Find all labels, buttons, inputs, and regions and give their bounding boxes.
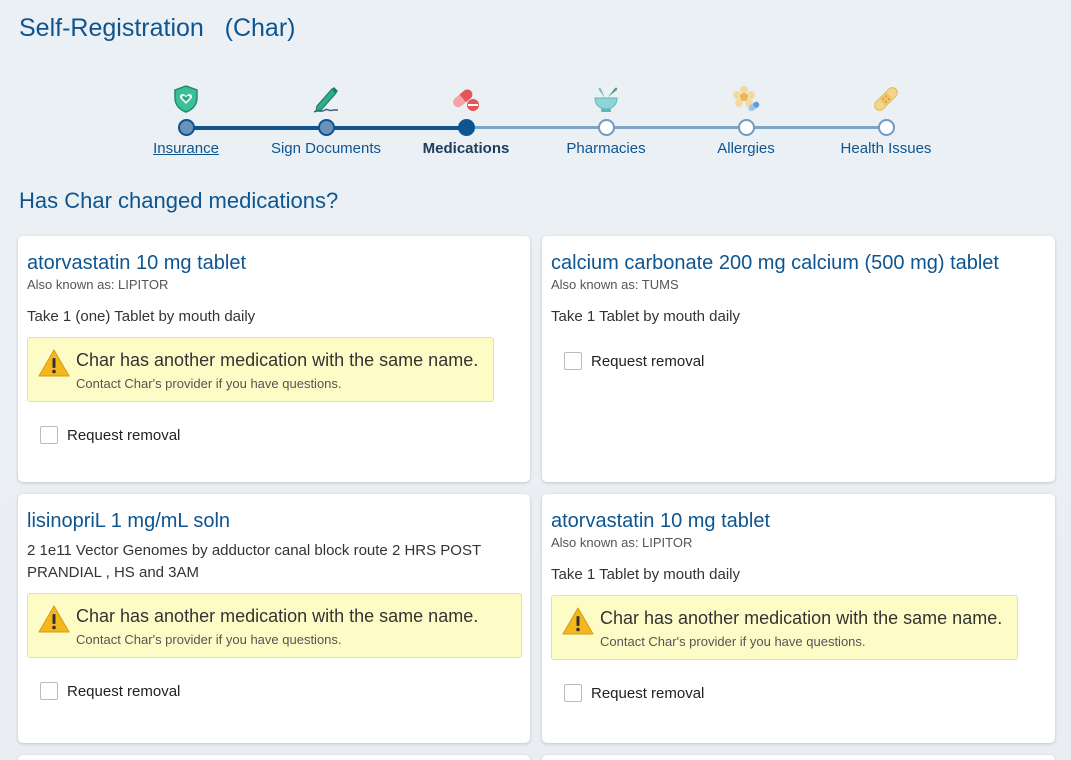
registration-stepper: Insurance Sign Documents Medications Pha… <box>0 78 1071 168</box>
step-insurance[interactable]: Insurance <box>106 78 266 157</box>
duplicate-warning: Char has another medication with the sam… <box>27 337 494 402</box>
medication-aka: Also known as: LIPITOR <box>27 277 169 292</box>
shield-heart-icon <box>106 78 266 114</box>
step-dot-completed <box>177 119 195 136</box>
request-removal-control[interactable]: Request removal <box>564 352 1045 370</box>
request-removal-control[interactable]: Request removal <box>40 426 520 444</box>
medication-name: calcium carbonate 200 mg calcium (500 mg… <box>551 252 999 274</box>
step-dot-completed <box>317 119 335 136</box>
request-removal-checkbox[interactable] <box>564 684 582 702</box>
request-removal-control[interactable]: Request removal <box>564 684 1045 702</box>
step-label-health-issues[interactable]: Health Issues <box>806 140 966 157</box>
medication-card-partial <box>542 755 1055 760</box>
step-sign-documents[interactable]: Sign Documents <box>246 78 406 157</box>
step-label-allergies[interactable]: Allergies <box>666 140 826 157</box>
bandage-icon <box>806 78 966 114</box>
step-health-issues[interactable]: Health Issues <box>806 78 966 157</box>
medication-name: atorvastatin 10 mg tablet <box>27 252 247 274</box>
duplicate-warning: Char has another medication with the sam… <box>551 595 1018 660</box>
warning-subtitle: Contact Char's provider if you have ques… <box>76 632 342 647</box>
medication-name: atorvastatin 10 mg tablet <box>551 510 771 532</box>
medication-card: calcium carbonate 200 mg calcium (500 mg… <box>542 236 1055 482</box>
medication-card: atorvastatin 10 mg tablet Also known as:… <box>18 236 530 482</box>
step-dot-upcoming <box>877 119 895 136</box>
step-label-sign-documents[interactable]: Sign Documents <box>246 140 406 157</box>
flower-pill-icon <box>666 78 826 114</box>
medication-card: lisinopriL 1 mg/mL soln 2 1e11 Vector Ge… <box>18 494 530 743</box>
request-removal-label[interactable]: Request removal <box>67 683 180 700</box>
warning-subtitle: Contact Char's provider if you have ques… <box>600 634 866 649</box>
step-medications[interactable]: Medications <box>386 78 546 157</box>
medication-sig: Take 1 Tablet by mouth daily <box>551 566 741 583</box>
request-removal-checkbox[interactable] <box>40 426 58 444</box>
request-removal-label[interactable]: Request removal <box>67 427 180 444</box>
step-allergies[interactable]: Allergies <box>666 78 826 157</box>
section-question: Has Char changed medications? <box>19 188 339 213</box>
warning-title: Char has another medication with the sam… <box>76 350 479 370</box>
step-label-medications[interactable]: Medications <box>386 140 546 157</box>
warning-icon <box>38 349 70 377</box>
step-pharmacies[interactable]: Pharmacies <box>526 78 686 157</box>
step-label-insurance[interactable]: Insurance <box>106 140 266 157</box>
warning-title: Char has another medication with the sam… <box>76 606 479 626</box>
warning-icon <box>562 607 594 635</box>
medication-aka: Also known as: TUMS <box>551 277 679 292</box>
step-label-pharmacies[interactable]: Pharmacies <box>526 140 686 157</box>
request-removal-label[interactable]: Request removal <box>591 685 704 702</box>
request-removal-label[interactable]: Request removal <box>591 353 704 370</box>
page-title: Self-Registration (Char) <box>19 14 296 42</box>
step-dot-upcoming <box>737 119 755 136</box>
request-removal-checkbox[interactable] <box>564 352 582 370</box>
request-removal-checkbox[interactable] <box>40 682 58 700</box>
warning-title: Char has another medication with the sam… <box>600 608 1003 628</box>
medication-sig: Take 1 Tablet by mouth daily <box>551 308 741 325</box>
medication-card-partial <box>18 755 530 760</box>
medication-sig: 2 1e11 Vector Genomes by adductor canal … <box>27 542 481 581</box>
medication-sig: Take 1 (one) Tablet by mouth daily <box>27 308 256 325</box>
step-dot-upcoming <box>597 119 615 136</box>
duplicate-warning: Char has another medication with the sam… <box>27 593 522 658</box>
pen-signature-icon <box>246 78 406 114</box>
warning-subtitle: Contact Char's provider if you have ques… <box>76 376 342 391</box>
request-removal-control[interactable]: Request removal <box>40 682 520 700</box>
medication-aka: Also known as: LIPITOR <box>551 535 693 550</box>
pills-icon <box>386 78 546 114</box>
medication-card: atorvastatin 10 mg tablet Also known as:… <box>542 494 1055 743</box>
step-dot-current <box>457 119 475 136</box>
medication-name: lisinopriL 1 mg/mL soln <box>27 510 231 532</box>
mortar-pestle-icon <box>526 78 686 114</box>
warning-icon <box>38 605 70 633</box>
